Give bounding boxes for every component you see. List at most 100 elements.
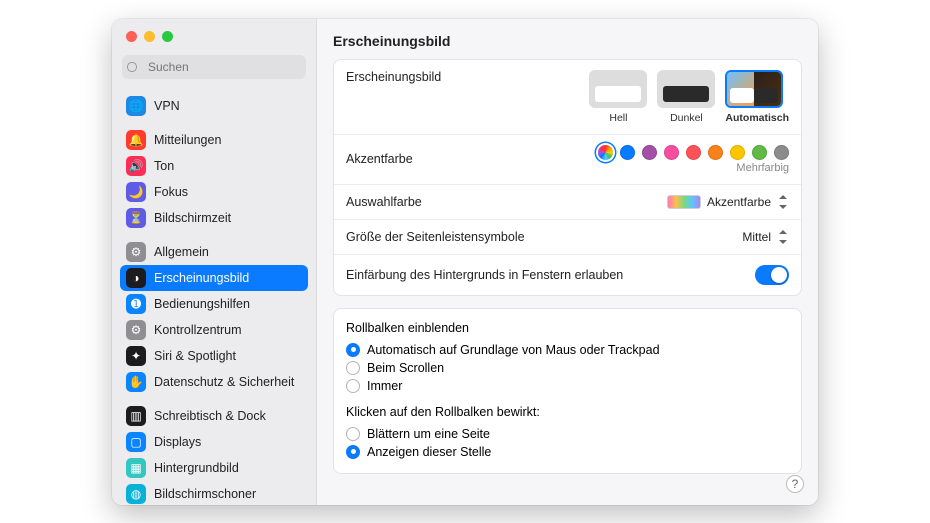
- zoom-window-button[interactable]: [162, 31, 173, 42]
- siri-icon: ✦: [126, 346, 146, 366]
- hand-icon: ✋: [126, 372, 146, 392]
- appearance-icon: ◑: [126, 268, 146, 288]
- sidebar-item-erscheinungsbild[interactable]: ◑ Erscheinungsbild: [120, 265, 308, 291]
- sidebar-item-label: Ton: [154, 159, 174, 173]
- appearance-card: Erscheinungsbild Hell Dunkel Automatisch A…: [333, 59, 802, 296]
- speaker-icon: 🔊: [126, 156, 146, 176]
- appearance-option-label: Hell: [589, 112, 647, 124]
- sidebar-item-label: Fokus: [154, 185, 188, 199]
- sidebar-item-bildschirmzeit[interactable]: ⏳ Bildschirmzeit: [120, 205, 308, 231]
- sidebar-nav[interactable]: 🌐VPN 🔔 Mitteilungen 🔊 Ton 🌙 Fokus ⏳ Bildschirmze…: [112, 85, 316, 505]
- sidebar-item-bedienungshilfen[interactable]: ➊ Bedienungshilfen: [120, 291, 308, 317]
- scrollbars-show-option[interactable]: Immer: [346, 377, 789, 395]
- tinting-toggle[interactable]: [755, 265, 789, 285]
- bell-icon: 🔔: [126, 130, 146, 150]
- chevron-updown-icon: [777, 195, 789, 209]
- highlight-popup[interactable]: Akzentfarbe: [667, 195, 789, 209]
- appearance-option-auto[interactable]: Automatisch: [725, 70, 789, 124]
- radio-icon: [346, 379, 360, 393]
- search-input[interactable]: [122, 55, 306, 79]
- highlight-label: Auswahlfarbe: [346, 195, 422, 209]
- appearance-option-light[interactable]: Hell: [589, 70, 647, 124]
- scrollbars-show-label: Rollbalken einblenden: [346, 321, 789, 335]
- highlight-value: Akzentfarbe: [707, 195, 771, 209]
- settings-window: 🌐VPN 🔔 Mitteilungen 🔊 Ton 🌙 Fokus ⏳ Bildschirmze…: [112, 19, 818, 505]
- sidebar-item-label: Bedienungshilfen: [154, 297, 250, 311]
- close-window-button[interactable]: [126, 31, 137, 42]
- accent-yellow[interactable]: [730, 145, 745, 160]
- appearance-thumb-icon: [657, 70, 715, 108]
- help-button[interactable]: ?: [786, 475, 804, 493]
- sidebar-item-kontrollzentrum[interactable]: ⚙ Kontrollzentrum: [120, 317, 308, 343]
- scrollbars-show-option-label: Automatisch auf Grundlage von Maus oder …: [367, 343, 660, 357]
- scrollbars-show-option[interactable]: Beim Scrollen: [346, 359, 789, 377]
- sidebar-item-ton[interactable]: 🔊 Ton: [120, 153, 308, 179]
- appearance-label: Erscheinungsbild: [346, 70, 441, 84]
- appearance-option-label: Dunkel: [657, 112, 715, 124]
- accent-multi[interactable]: [598, 145, 613, 160]
- switches-icon: ⚙: [126, 320, 146, 340]
- sidebar-item-label: Datenschutz & Sicherheit: [154, 375, 294, 389]
- radio-icon: [346, 445, 360, 459]
- accent-graphite[interactable]: [774, 145, 789, 160]
- highlight-swatch: [667, 195, 701, 209]
- sidebar-item-vpn[interactable]: 🌐VPN: [120, 93, 308, 119]
- content-pane: Erscheinungsbild Erscheinungsbild Hell Du…: [317, 19, 818, 505]
- scrollbars-show-option[interactable]: Automatisch auf Grundlage von Maus oder …: [346, 341, 789, 359]
- appearance-thumb-icon: [725, 70, 783, 108]
- accent-green[interactable]: [752, 145, 767, 160]
- scrollbars-show-option-label: Immer: [367, 379, 402, 393]
- scrollbars-click-label: Klicken auf den Rollbalken bewirkt:: [346, 405, 789, 419]
- scrollbars-click-option[interactable]: Blättern um eine Seite: [346, 425, 789, 443]
- accent-label: Akzentfarbe: [346, 152, 413, 166]
- minimize-window-button[interactable]: [144, 31, 155, 42]
- chevron-updown-icon: [777, 230, 789, 244]
- accent-orange[interactable]: [708, 145, 723, 160]
- hourglass-icon: ⏳: [126, 208, 146, 228]
- radio-icon: [346, 427, 360, 441]
- sidebar-item-label: Displays: [154, 435, 201, 449]
- radio-icon: [346, 361, 360, 375]
- sidebar-item-mitteilungen[interactable]: 🔔 Mitteilungen: [120, 127, 308, 153]
- scrollbars-show-option-label: Beim Scrollen: [367, 361, 444, 375]
- sidebar-item-bildschirmschoner[interactable]: ◍Bildschirmschoner: [120, 481, 308, 505]
- appearance-options: Hell Dunkel Automatisch: [589, 70, 789, 124]
- tinting-row: Einfärbung des Hintergrunds in Fenstern …: [334, 254, 801, 295]
- sidebar-item-label: Mitteilungen: [154, 133, 221, 147]
- sidebar-item-siri-spotlight[interactable]: ✦ Siri & Spotlight: [120, 343, 308, 369]
- appearance-thumb-icon: [589, 70, 647, 108]
- accent-pink[interactable]: [664, 145, 679, 160]
- sidebar-item-label: Bildschirmzeit: [154, 211, 231, 225]
- sidebar-icon-size-label: Größe der Seitenleistensymbole: [346, 230, 525, 244]
- accent-red[interactable]: [686, 145, 701, 160]
- sidebar-item-schreibtisch-dock[interactable]: ▥Schreibtisch & Dock: [120, 403, 308, 429]
- sidebar-item-fokus[interactable]: 🌙 Fokus: [120, 179, 308, 205]
- appearance-option-dark[interactable]: Dunkel: [657, 70, 715, 124]
- sidebar-icon-size-popup[interactable]: Mittel: [742, 230, 789, 244]
- sidebar-item-allgemein[interactable]: ⚙Allgemein: [120, 239, 308, 265]
- page-title: Erscheinungsbild: [333, 29, 802, 59]
- sidebar-item-datenschutz-sicherheit[interactable]: ✋ Datenschutz & Sicherheit: [120, 369, 308, 395]
- accessibility-icon: ➊: [126, 294, 146, 314]
- radio-icon: [346, 343, 360, 357]
- scrollbars-click-option-label: Anzeigen dieser Stelle: [367, 445, 491, 459]
- sidebar-icon-size-row: Größe der Seitenleistensymbole Mittel: [334, 219, 801, 254]
- sidebar-item-label: Bildschirmschoner: [154, 487, 256, 501]
- globe-icon: 🌐: [126, 96, 146, 116]
- sidebar-item-label: Kontrollzentrum: [154, 323, 242, 337]
- sidebar-item-label: Siri & Spotlight: [154, 349, 236, 363]
- sidebar-item-hintergrundbild[interactable]: ▦Hintergrundbild: [120, 455, 308, 481]
- display-icon: ▢: [126, 432, 146, 452]
- titlebar: [112, 19, 316, 55]
- accent-wrap: Mehrfarbig: [598, 145, 789, 174]
- dock-icon: ▥: [126, 406, 146, 426]
- scrollbars-click-option[interactable]: Anzeigen dieser Stelle: [346, 443, 789, 461]
- sidebar-item-displays[interactable]: ▢ Displays: [120, 429, 308, 455]
- tinting-label: Einfärbung des Hintergrunds in Fenstern …: [346, 268, 623, 282]
- wallpaper-icon: ▦: [126, 458, 146, 478]
- accent-blue[interactable]: [620, 145, 635, 160]
- sidebar-item-label: Erscheinungsbild: [154, 271, 249, 285]
- moon-icon: 🌙: [126, 182, 146, 202]
- accent-purple[interactable]: [642, 145, 657, 160]
- appearance-row: Erscheinungsbild Hell Dunkel Automatisch: [334, 60, 801, 134]
